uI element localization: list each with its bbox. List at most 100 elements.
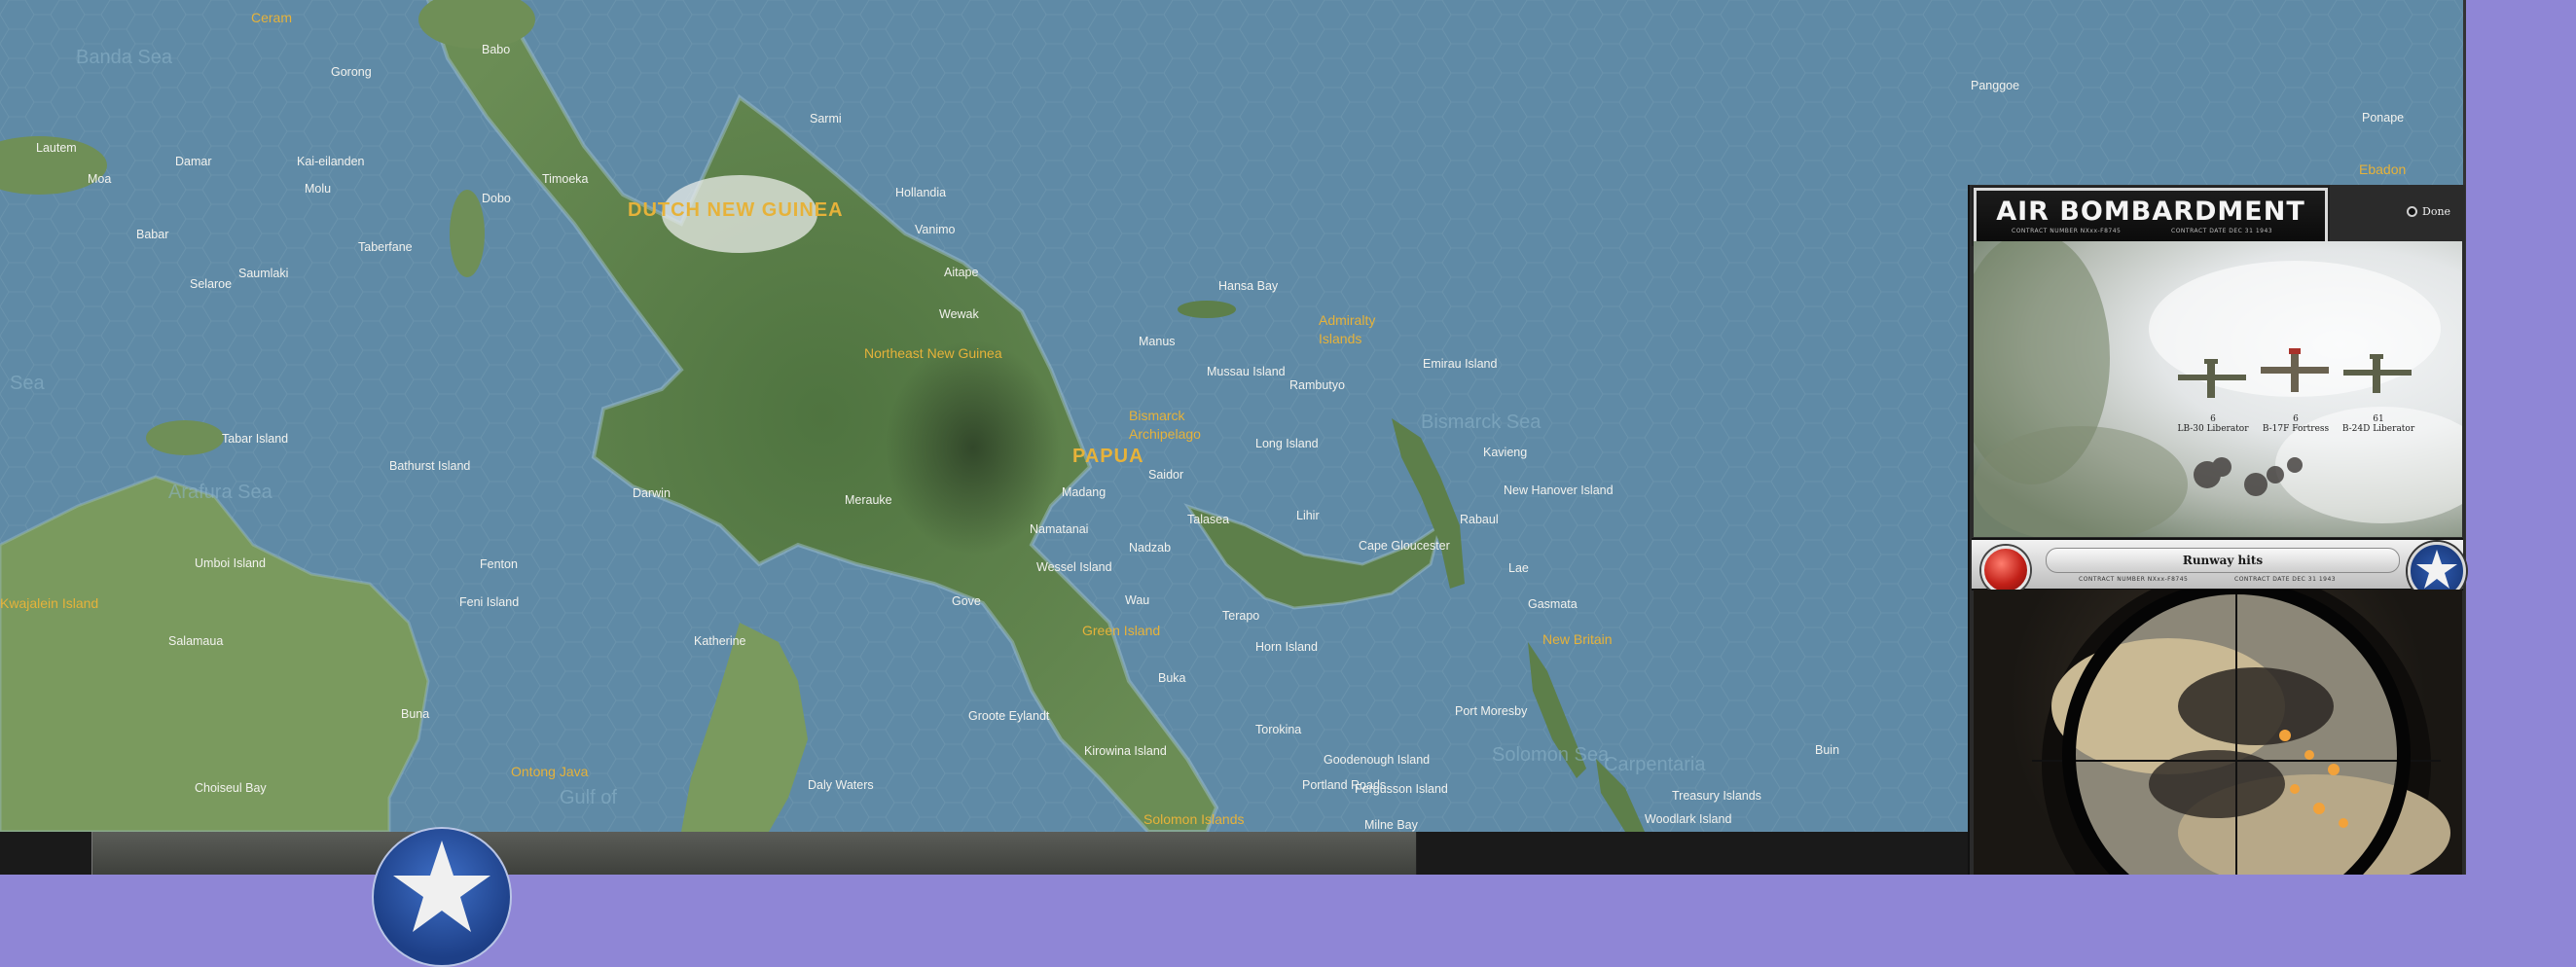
done-label[interactable]: Done (2422, 205, 2450, 218)
payload-field: Runway hits (2046, 548, 2400, 573)
map-label: New Hanover Island (1504, 484, 1614, 497)
map-label: Wewak (939, 307, 980, 321)
map-label: Damar (175, 155, 212, 168)
bombardment-title-plate: AIR BOMBARDMENT CONTRACT NUMBER NXxx-F87… (1974, 188, 2328, 244)
map-label: Bathurst Island (389, 459, 470, 473)
map-label: Groote Eylandt (968, 709, 1050, 723)
contract-number: CONTRACT NUMBER NXxx-F8745 (2012, 228, 2122, 234)
map-label: Daly Waters (808, 778, 874, 792)
bombardment-title: AIR BOMBARDMENT (1996, 197, 2305, 227)
map-label: Panggoe (1971, 79, 2019, 92)
bombardment-sky-view: 6 LB-30 Liberator 6 B-17F Fortress 61 B-… (1974, 241, 2462, 537)
map-label: Archipelago (1129, 426, 1201, 442)
smoke-cloud (2178, 667, 2334, 745)
map-label: Wau (1125, 593, 1149, 607)
map-label: Port Moresby (1455, 704, 1528, 718)
map-label: Kirowina Island (1084, 744, 1167, 758)
map-label: Goodenough Island (1324, 753, 1430, 767)
map-label: Rabaul (1460, 513, 1499, 526)
done-radio-icon[interactable] (2407, 205, 2417, 217)
map-label: Milne Bay (1364, 818, 1419, 832)
map-label: Timoeka (542, 172, 589, 186)
map-label: Bismarck (1129, 408, 1186, 423)
window-side-strip (2463, 0, 2576, 875)
map-label: Sarmi (810, 112, 842, 125)
bottom-info-panel (91, 832, 1417, 875)
manus-island (1178, 301, 1236, 318)
map-label: Hansa Bay (1218, 279, 1279, 293)
map-label: Hollandia (895, 186, 946, 199)
aircraft-type: B-17F Fortress (2262, 424, 2330, 434)
map-label: Sea (10, 373, 45, 394)
map-label: Saidor (1148, 468, 1183, 482)
map-label: Talasea (1187, 513, 1229, 526)
map-label: Lautem (36, 141, 77, 155)
map-label: Admiralty (1319, 312, 1375, 328)
map-label: Carpentaria (1604, 754, 1706, 775)
map-label: Nadzab (1129, 541, 1171, 555)
map-label: Moa (88, 172, 111, 186)
map-label: PAPUA (1072, 446, 1144, 467)
payload-contract-date: CONTRACT DATE DEC 31 1943 (2234, 576, 2337, 583)
allied-star-emblem-icon[interactable] (372, 827, 512, 967)
map-label: Saumlaki (238, 267, 288, 280)
map-label: Gasmata (1528, 597, 1578, 611)
map-label: Kai-eilanden (297, 155, 365, 168)
map-label: Rambutyo (1289, 378, 1345, 392)
map-label: Woodlark Island (1645, 812, 1731, 826)
aircraft-type: B-24D Liberator (2341, 424, 2415, 434)
aircraft-count: 6 (2293, 414, 2299, 424)
map-label: Banda Sea (76, 47, 173, 68)
map-label: Umboi Island (195, 556, 266, 570)
payload-contract-number: CONTRACT NUMBER NXxx-F8745 (2079, 576, 2189, 583)
map-label: Lihir (1296, 509, 1320, 522)
map-label: Gulf of (560, 787, 617, 808)
payload-label: Runway hits (2182, 554, 2264, 567)
map-label: Molu (305, 182, 331, 196)
map-label: Buka (1158, 671, 1186, 685)
sky-scene (1974, 241, 2462, 537)
map-label: Emirau Island (1423, 357, 1497, 371)
map-label: Arafura Sea (168, 482, 273, 503)
game-screen: Ceram Babo Gorong Banda Sea Lautem Damar Moa Ka… (0, 0, 2576, 967)
map-label: Merauke (845, 493, 892, 507)
map-label: Mussau Island (1207, 365, 1286, 378)
map-label: Kavieng (1483, 446, 1527, 459)
map-label: Terapo (1222, 609, 1259, 623)
map-label: Babar (136, 228, 168, 241)
map-label: Vanimo (915, 223, 956, 236)
aircraft-group-2: 6 B-17F Fortress (2257, 414, 2335, 434)
map-label: Bismarck Sea (1421, 412, 1542, 433)
map-label: Selaroe (190, 277, 232, 291)
map-label: Manus (1139, 335, 1176, 348)
map-label: Horn Island (1255, 640, 1318, 654)
map-label: Green Island (1082, 623, 1160, 638)
map-label: Ontong Java (511, 764, 589, 779)
bombsight-view (1974, 590, 2462, 875)
map-label: Tabar Island (222, 432, 288, 446)
red-action-button[interactable] (1981, 546, 2030, 594)
map-label: Buin (1815, 743, 1839, 757)
aru-islands (450, 190, 485, 277)
map-label: Lae (1508, 561, 1529, 575)
map-label: Long Island (1255, 437, 1319, 450)
map-label: Choiseul Bay (195, 781, 267, 795)
map-label: Fergusson Island (1355, 782, 1448, 796)
map-label: Namatanai (1030, 522, 1088, 536)
aircraft-count: 61 (2373, 414, 2384, 424)
aircraft-count: 6 (2210, 414, 2216, 424)
map-label: Buna (401, 707, 429, 721)
map-label: Gove (952, 594, 981, 608)
map-label: Wessel Island (1036, 560, 1112, 574)
map-label: Kwajalein Island (0, 595, 98, 611)
map-label: New Britain (1542, 631, 1613, 647)
air-bombardment-panel: AIR BOMBARDMENT CONTRACT NUMBER NXxx-F87… (1968, 185, 2466, 875)
map-label: DUTCH NEW GUINEA (628, 199, 844, 221)
done-button[interactable]: Done (2407, 202, 2450, 220)
aircraft-group-3: 61 B-24D Liberator (2340, 414, 2417, 434)
bombsight-scene (2032, 590, 2450, 875)
map-label: Katherine (694, 634, 746, 648)
map-label: Salamaua (168, 634, 223, 648)
map-label: Islands (1319, 331, 1361, 346)
payload-bar: Runway hits CONTRACT NUMBER NXxx-F8745 C… (1972, 538, 2466, 600)
